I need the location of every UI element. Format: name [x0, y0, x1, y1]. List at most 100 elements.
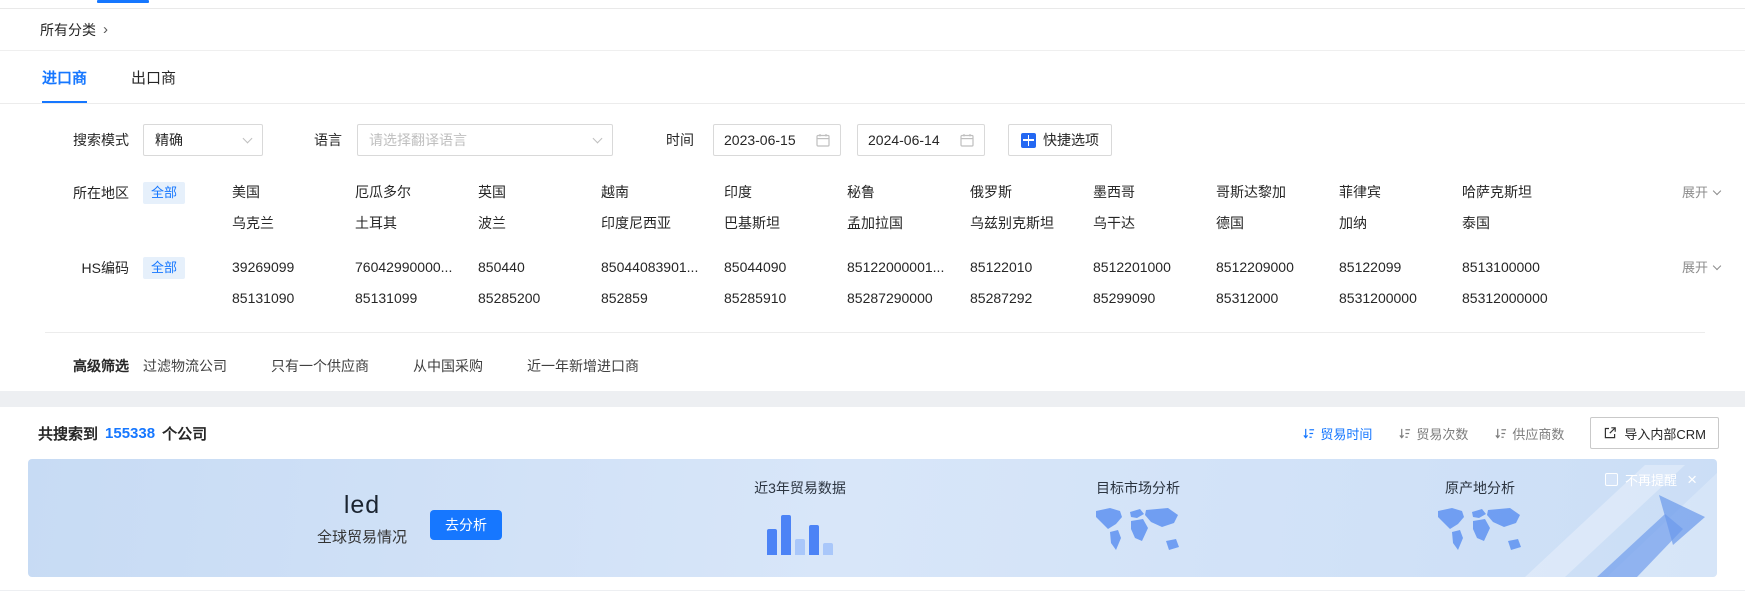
- search-mode-select[interactable]: 精确: [143, 124, 263, 156]
- region-option[interactable]: 哥斯达黎加: [1216, 182, 1339, 202]
- region-option[interactable]: 厄瓜多尔: [355, 182, 478, 202]
- filter-controls-row: 搜索模式 精确 语言 请选择翻译语言 时间 2023-06-15 2024-06…: [0, 124, 1745, 156]
- close-banner-icon[interactable]: ×: [1687, 471, 1697, 488]
- hs-code-option[interactable]: 85122099: [1339, 257, 1462, 277]
- region-option[interactable]: 俄罗斯: [970, 182, 1093, 202]
- results-count-number: 155338: [105, 425, 155, 442]
- region-option[interactable]: 美国: [232, 182, 355, 202]
- panel-gap: [0, 391, 1745, 407]
- hs-code-option[interactable]: 85122000001...: [847, 257, 970, 277]
- region-options: 美国厄瓜多尔英国越南印度秘鲁俄罗斯墨西哥哥斯达黎加菲律宾哈萨克斯坦 乌克兰土耳其…: [232, 182, 1585, 233]
- region-option[interactable]: 乌兹别克斯坦: [970, 213, 1093, 233]
- dont-remind-checkbox[interactable]: [1605, 473, 1618, 486]
- hs-code-option[interactable]: 8531200000: [1339, 288, 1462, 308]
- region-option[interactable]: 波兰: [478, 213, 601, 233]
- hs-code-options: 3926909976042990000...85044085044083901.…: [232, 257, 1585, 308]
- bar: [809, 525, 819, 555]
- end-date-input[interactable]: 2024-06-14: [857, 124, 985, 156]
- region-all-chip[interactable]: 全部: [143, 182, 185, 204]
- start-date-input[interactable]: 2023-06-15: [713, 124, 841, 156]
- hs-code-expand-toggle[interactable]: 展开: [1682, 257, 1720, 279]
- hs-code-option[interactable]: 85122010: [970, 257, 1093, 277]
- region-option[interactable]: 加纳: [1339, 213, 1462, 233]
- language-placeholder: 请选择翻译语言: [369, 130, 467, 150]
- hs-code-option[interactable]: 8512209000: [1216, 257, 1339, 277]
- sort-supplier-count-label: 供应商数: [1512, 424, 1564, 443]
- banner-keyword: led: [306, 490, 418, 520]
- sort-trade-count[interactable]: 贸易次数: [1398, 424, 1468, 443]
- hs-code-option[interactable]: 85285910: [724, 288, 847, 308]
- breadcrumb[interactable]: 所有分类: [40, 20, 96, 40]
- bar: [795, 539, 805, 555]
- hs-code-option[interactable]: 852859: [601, 288, 724, 308]
- time-label: 时间: [666, 130, 694, 150]
- hs-code-option[interactable]: 85312000: [1216, 288, 1339, 308]
- region-option[interactable]: 印度尼西亚: [601, 213, 724, 233]
- advanced-filter-option[interactable]: 过滤物流公司: [143, 356, 227, 376]
- results-actions: 贸易时间 贸易次数 供应商数 导入内部CRM: [1302, 417, 1719, 449]
- results-panel: 共搜索到 155338 个公司 贸易时间 贸易次数 供应商数 导入内部CRM: [0, 407, 1745, 590]
- language-label: 语言: [314, 130, 342, 150]
- region-option[interactable]: 孟加拉国: [847, 213, 970, 233]
- hs-code-option[interactable]: 85044083901...: [601, 257, 724, 277]
- hs-code-option[interactable]: 85285200: [478, 288, 601, 308]
- region-option[interactable]: 土耳其: [355, 213, 478, 233]
- region-option[interactable]: 乌克兰: [232, 213, 355, 233]
- results-count: 共搜索到 155338 个公司: [38, 423, 207, 444]
- feature-trade-data-label: 近3年贸易数据: [715, 478, 885, 498]
- region-option[interactable]: 哈萨克斯坦: [1462, 182, 1585, 202]
- bar-chart-icon: [715, 509, 885, 555]
- tab-importers[interactable]: 进口商: [42, 67, 87, 103]
- hs-code-option[interactable]: 85312000000: [1462, 288, 1585, 308]
- region-option[interactable]: 德国: [1216, 213, 1339, 233]
- hs-code-all-chip[interactable]: 全部: [143, 257, 185, 279]
- feature-target-market: 目标市场分析: [1053, 478, 1223, 560]
- quick-options-button[interactable]: 快捷选项: [1008, 124, 1112, 156]
- region-filter-row: 所在地区 全部 美国厄瓜多尔英国越南印度秘鲁俄罗斯墨西哥哥斯达黎加菲律宾哈萨克斯…: [0, 182, 1745, 233]
- tab-exporters[interactable]: 出口商: [131, 67, 176, 103]
- region-options-row1: 美国厄瓜多尔英国越南印度秘鲁俄罗斯墨西哥哥斯达黎加菲律宾哈萨克斯坦: [232, 182, 1585, 202]
- region-option[interactable]: 墨西哥: [1093, 182, 1216, 202]
- language-select[interactable]: 请选择翻译语言: [357, 124, 613, 156]
- advanced-filter-row: 高级筛选 过滤物流公司只有一个供应商从中国采购近一年新增进口商: [0, 355, 1745, 377]
- import-crm-button[interactable]: 导入内部CRM: [1590, 417, 1719, 449]
- hs-code-option[interactable]: 85287290000: [847, 288, 970, 308]
- hs-code-option[interactable]: 39269099: [232, 257, 355, 277]
- hs-code-option[interactable]: 76042990000...: [355, 257, 478, 277]
- region-option[interactable]: 泰国: [1462, 213, 1585, 233]
- advanced-filter-option[interactable]: 从中国采购: [413, 356, 483, 376]
- region-expand-label: 展开: [1682, 182, 1708, 204]
- analyze-button[interactable]: 去分析: [430, 510, 502, 540]
- region-option[interactable]: 乌干达: [1093, 213, 1216, 233]
- feature-target-market-label: 目标市场分析: [1053, 478, 1223, 498]
- hs-code-option[interactable]: 85287292: [970, 288, 1093, 308]
- hs-code-option[interactable]: 850440: [478, 257, 601, 277]
- hs-code-option[interactable]: 8512201000: [1093, 257, 1216, 277]
- sort-icon: [1398, 427, 1411, 440]
- region-option[interactable]: 秘鲁: [847, 182, 970, 202]
- region-option[interactable]: 越南: [601, 182, 724, 202]
- advanced-filter-option[interactable]: 近一年新增进口商: [527, 356, 639, 376]
- search-mode-value: 精确: [155, 130, 183, 150]
- region-expand-toggle[interactable]: 展开: [1682, 182, 1720, 204]
- region-option[interactable]: 巴基斯坦: [724, 213, 847, 233]
- hs-code-option[interactable]: 85131090: [232, 288, 355, 308]
- region-option[interactable]: 菲律宾: [1339, 182, 1462, 202]
- hs-code-option[interactable]: 85131099: [355, 288, 478, 308]
- world-map-icon: [1090, 505, 1186, 557]
- advanced-filter-option[interactable]: 只有一个供应商: [271, 356, 369, 376]
- chevron-down-icon: [1713, 262, 1721, 270]
- sort-trade-time[interactable]: 贸易时间: [1302, 424, 1372, 443]
- hs-code-option[interactable]: 85299090: [1093, 288, 1216, 308]
- filter-panel: 搜索模式 精确 语言 请选择翻译语言 时间 2023-06-15 2024-06…: [0, 104, 1745, 391]
- region-option[interactable]: 印度: [724, 182, 847, 202]
- top-tab-bar: [0, 0, 1745, 9]
- hs-code-option[interactable]: 85044090: [724, 257, 847, 277]
- hs-code-option[interactable]: 8513100000: [1462, 257, 1585, 277]
- region-option[interactable]: 英国: [478, 182, 601, 202]
- filter-divider: [45, 332, 1705, 333]
- sort-supplier-count[interactable]: 供应商数: [1494, 424, 1564, 443]
- hs-code-label: HS编码: [0, 257, 129, 279]
- calendar-icon: [816, 133, 830, 147]
- bar: [781, 515, 791, 555]
